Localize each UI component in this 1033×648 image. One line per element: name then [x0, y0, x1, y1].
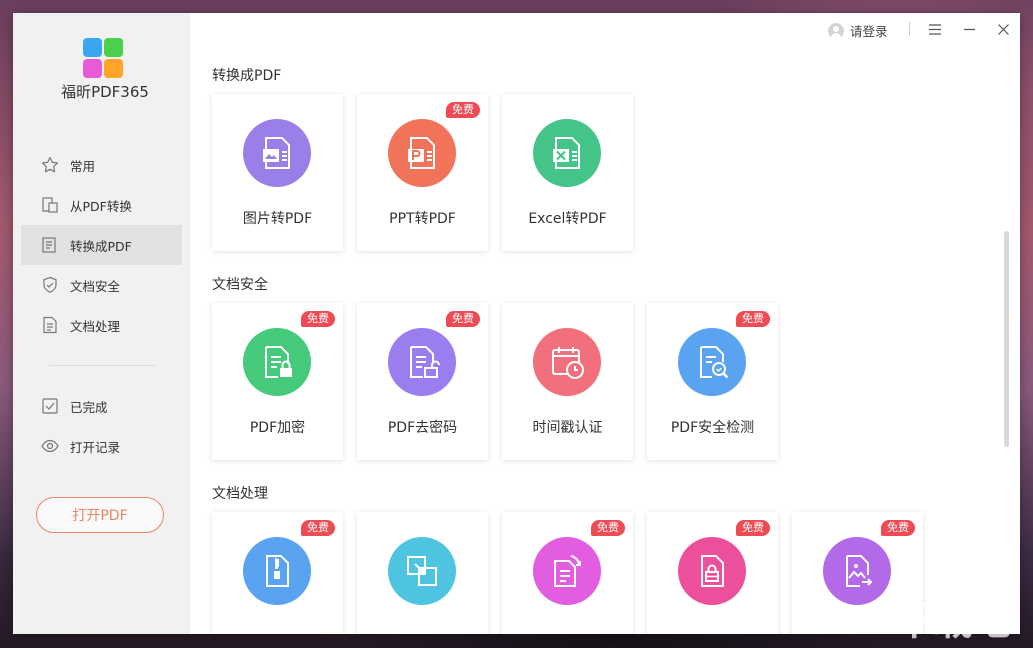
sidebar-item-common[interactable]: 常用 [21, 145, 182, 185]
free-badge: 免费 [736, 311, 770, 327]
sidebar-item-security[interactable]: 文档安全 [21, 265, 182, 305]
sidebar: 福昕PDF365 常用 从PDF转换 转换成PDF 文档安全 文档处理 已完成 … [13, 13, 190, 634]
watermark: 下载吧 [895, 598, 1011, 644]
section-title: 文档安全 [212, 277, 268, 293]
sidebar-item-label: 打开记录 [70, 439, 121, 455]
sidebar-item-label: 文档安全 [70, 278, 121, 294]
free-badge: 免费 [736, 520, 770, 536]
tool-card-rotate[interactable]: 免费 [502, 512, 633, 634]
tool-card-excel-to-pdf[interactable]: Excel转PDF [502, 94, 633, 251]
pdf-security-check-icon [678, 328, 746, 396]
tool-card-pdf-security-check[interactable]: 免费 PDF安全检测 [647, 303, 778, 460]
sidebar-item-from-pdf[interactable]: 从PDF转换 [21, 185, 182, 225]
sidebar-item-completed[interactable]: 已完成 [21, 386, 182, 426]
sidebar-divider [49, 365, 155, 366]
tool-card-image-to-pdf[interactable]: 图片转PDF [212, 94, 343, 251]
main-content: 转换成PDF 图片转PDF 免费 PPT转PDF Excel转PDF 文档安全 … [190, 13, 1020, 634]
sidebar-item-label: 转换成PDF [70, 238, 132, 254]
tool-card-timestamp[interactable]: 时间戳认证 [502, 303, 633, 460]
sidebar-item-label: 文档处理 [70, 318, 121, 334]
tool-card-resize[interactable] [357, 512, 488, 634]
sidebar-item-label: 常用 [70, 158, 96, 174]
rotate-page-icon [533, 537, 601, 605]
image-to-pdf-icon [243, 119, 311, 187]
timestamp-icon [533, 328, 601, 396]
tool-card-pdf-remove-password[interactable]: 免费 PDF去密码 [357, 303, 488, 460]
open-pdf-button[interactable]: 打开PDF [36, 497, 164, 533]
sidebar-item-to-pdf[interactable]: 转换成PDF [21, 225, 182, 265]
tool-card-compress[interactable]: 免费 [212, 512, 343, 634]
tool-card-label: PDF加密 [249, 420, 306, 436]
resize-icon [388, 537, 456, 605]
section-title: 转换成PDF [212, 68, 282, 84]
free-badge: 免费 [591, 520, 625, 536]
ppt-to-pdf-icon [388, 119, 456, 187]
excel-to-pdf-icon [533, 119, 601, 187]
section-title: 文档处理 [212, 486, 268, 502]
sidebar-item-processing[interactable]: 文档处理 [21, 305, 182, 345]
shield-icon [40, 275, 60, 295]
scrollbar-thumb[interactable] [1004, 231, 1009, 447]
tool-card-label: Excel转PDF [528, 211, 607, 227]
sidebar-item-history[interactable]: 打开记录 [21, 426, 182, 466]
tool-card-label: 图片转PDF [242, 211, 313, 227]
app-window: 福昕PDF365 常用 从PDF转换 转换成PDF 文档安全 文档处理 已完成 … [13, 13, 1020, 634]
image-export-icon [823, 537, 891, 605]
sidebar-item-label: 从PDF转换 [70, 198, 132, 214]
check-square-icon [40, 396, 60, 416]
free-badge: 免费 [301, 311, 335, 327]
tool-card-label: 时间戳认证 [532, 420, 603, 436]
star-icon [40, 155, 60, 175]
free-badge: 免费 [881, 520, 915, 536]
tool-card-lock[interactable]: 免费 [647, 512, 778, 634]
free-badge: 免费 [446, 102, 480, 118]
convert-to-pdf-icon [40, 235, 60, 255]
tool-card-label: PDF去密码 [387, 420, 458, 436]
document-icon [40, 315, 60, 335]
pdf-remove-password-icon [388, 328, 456, 396]
app-name: 福昕PDF365 [61, 83, 149, 101]
free-badge: 免费 [301, 520, 335, 536]
zip-compress-icon [243, 537, 311, 605]
sidebar-item-label: 已完成 [70, 399, 108, 415]
free-badge: 免费 [446, 311, 480, 327]
convert-from-pdf-icon [40, 195, 60, 215]
app-logo-icon [83, 38, 123, 78]
tool-card-label: PPT转PDF [389, 211, 456, 227]
lock-page-icon [678, 537, 746, 605]
eye-icon [40, 436, 60, 456]
tool-card-pdf-encrypt[interactable]: 免费 PDF加密 [212, 303, 343, 460]
tool-card-label: PDF安全检测 [670, 420, 755, 436]
pdf-encrypt-icon [243, 328, 311, 396]
tool-card-ppt-to-pdf[interactable]: 免费 PPT转PDF [357, 94, 488, 251]
